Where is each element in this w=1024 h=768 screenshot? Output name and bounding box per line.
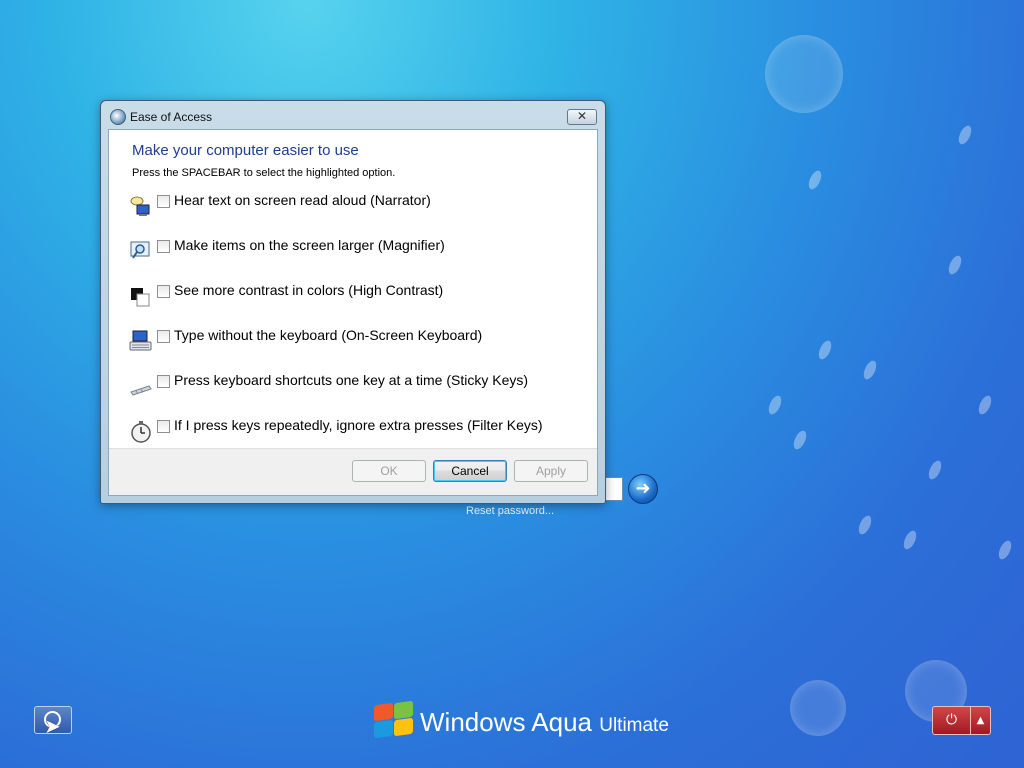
brand-text: Windows Aqua Ultimate: [420, 707, 669, 738]
windows-branding: Windows Aqua Ultimate: [372, 700, 672, 740]
ease-of-access-icon: [110, 109, 126, 125]
cancel-button[interactable]: Cancel: [433, 460, 507, 482]
dialog-title: Ease of Access: [130, 110, 213, 124]
apply-button[interactable]: Apply: [514, 460, 588, 482]
dialog-instruction: Press the SPACEBAR to select the highlig…: [132, 167, 396, 179]
sticky-keys-icon: [130, 385, 152, 396]
power-button-group: ⏻ ▲: [932, 706, 991, 735]
narrator-label[interactable]: Hear text on screen read aloud (Narrator…: [174, 192, 431, 208]
on-screen-keyboard-checkbox[interactable]: [157, 330, 170, 343]
background-drop: [996, 538, 1014, 562]
dialog-footer: OK Cancel Apply: [109, 448, 597, 495]
sticky-keys-checkbox[interactable]: [157, 375, 170, 388]
dialog-heading: Make your computer easier to use: [132, 142, 359, 159]
option-on-screen-keyboard[interactable]: Type without the keyboard (On-Screen Key…: [125, 327, 595, 363]
background-bubble: [765, 35, 843, 113]
dialog-content: Make your computer easier to use Press t…: [108, 129, 598, 496]
background-drop: [766, 393, 784, 417]
chevron-up-icon: ▲: [976, 715, 985, 726]
ease-of-access-dialog: Ease of Access ✕ Make your computer easi…: [100, 100, 606, 504]
background-drop: [926, 458, 944, 482]
background-drop: [956, 123, 974, 147]
on-screen-keyboard-icon: [129, 330, 152, 351]
filter-keys-label[interactable]: If I press keys repeatedly, ignore extra…: [174, 417, 543, 433]
option-high-contrast[interactable]: See more contrast in colors (High Contra…: [125, 282, 595, 318]
windows-logo-icon: [372, 700, 414, 739]
high-contrast-checkbox[interactable]: [157, 285, 170, 298]
background-drop: [806, 168, 824, 192]
filter-keys-checkbox[interactable]: [157, 420, 170, 433]
shutdown-options-button[interactable]: ▲: [971, 707, 990, 734]
high-contrast-icon: [131, 288, 150, 307]
option-magnifier[interactable]: Make items on the screen larger (Magnifi…: [125, 237, 595, 273]
background-bubble: [790, 680, 846, 736]
filter-keys-icon: [131, 421, 151, 443]
narrator-checkbox[interactable]: [157, 195, 170, 208]
background-drop: [791, 428, 809, 452]
background-drop: [856, 513, 874, 537]
power-icon: ⏻: [945, 712, 958, 728]
submit-arrow-button[interactable]: ➜: [628, 474, 658, 504]
magnifier-label[interactable]: Make items on the screen larger (Magnifi…: [174, 237, 445, 253]
close-icon: ✕: [576, 109, 588, 123]
password-field[interactable]: [604, 477, 623, 501]
shutdown-button[interactable]: ⏻: [933, 707, 971, 734]
close-button[interactable]: ✕: [567, 109, 597, 125]
dialog-titlebar[interactable]: Ease of Access ✕: [101, 101, 605, 129]
high-contrast-label[interactable]: See more contrast in colors (High Contra…: [174, 282, 443, 298]
narrator-icon: [130, 196, 150, 216]
magnifier-icon: [130, 241, 150, 259]
on-screen-keyboard-label[interactable]: Type without the keyboard (On-Screen Key…: [174, 327, 482, 343]
reset-password-link[interactable]: Reset password...: [466, 505, 554, 517]
background-drop: [901, 528, 919, 552]
mouse-cursor-icon: ➤: [44, 714, 61, 738]
ok-button[interactable]: OK: [352, 460, 426, 482]
sticky-keys-label[interactable]: Press keyboard shortcuts one key at a ti…: [174, 372, 528, 388]
edition-name: Ultimate: [599, 715, 669, 736]
option-narrator[interactable]: Hear text on screen read aloud (Narrator…: [125, 192, 595, 228]
background-drop: [861, 358, 879, 382]
product-name: Windows Aqua: [420, 707, 592, 737]
background-drop: [976, 393, 994, 417]
background-drop: [816, 338, 834, 362]
option-sticky-keys[interactable]: Press keyboard shortcuts one key at a ti…: [125, 372, 595, 408]
background-drop: [946, 253, 964, 277]
arrow-right-icon: ➜: [635, 478, 651, 499]
magnifier-checkbox[interactable]: [157, 240, 170, 253]
